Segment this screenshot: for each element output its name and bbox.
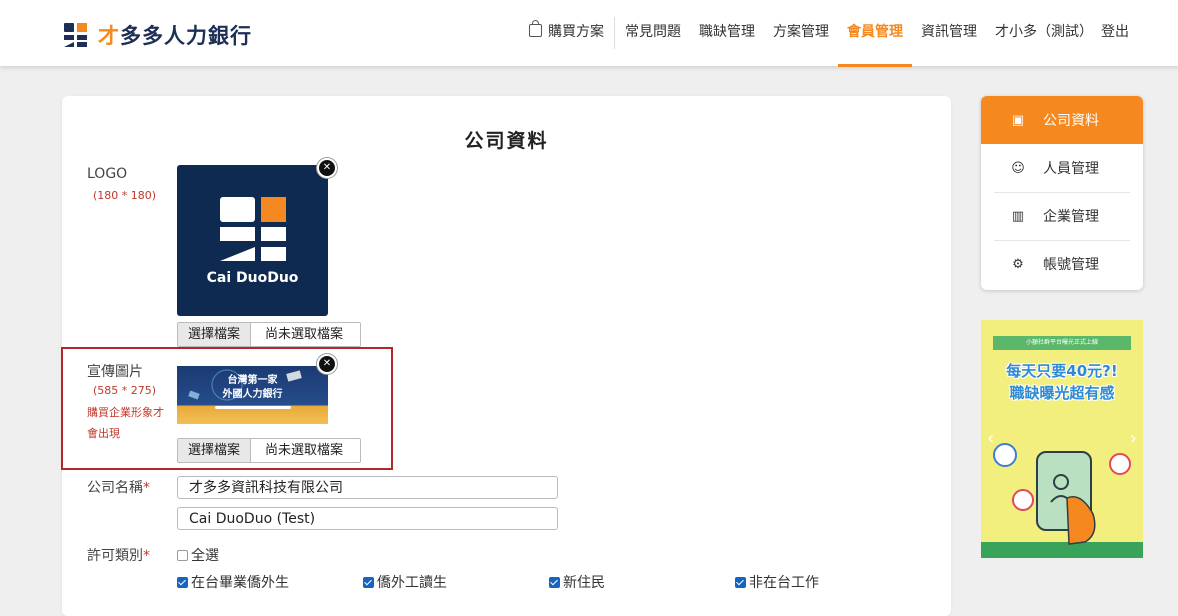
logo-size-hint: (180 * 180) bbox=[93, 189, 157, 202]
company-name-label: 公司名稱* bbox=[87, 477, 150, 497]
nav-plan-management[interactable]: 方案管理 bbox=[764, 0, 838, 66]
main-nav: 購買方案 常見問題 職缺管理 方案管理 會員管理 資訊管理 才小多（測試） 登出 bbox=[520, 0, 1138, 67]
promo-file-status: 尚未選取檔案 bbox=[265, 443, 344, 458]
sidebar-item-label: 公司資料 bbox=[1043, 113, 1099, 129]
carousel-prev-icon[interactable]: ‹ bbox=[987, 428, 994, 449]
brand-logo[interactable]: 才多多人力銀行 bbox=[64, 20, 252, 50]
permit-type-label-text: 許可類別 bbox=[87, 548, 143, 564]
ad-headline-2: 職缺曝光超有感 bbox=[1009, 384, 1115, 402]
select-all-label: 全選 bbox=[191, 548, 219, 564]
required-mark: * bbox=[143, 480, 150, 496]
logo-file-input[interactable]: 選擇檔案 尚未選取檔案 bbox=[177, 322, 362, 347]
permit-option-part-time-label: 僑外工讀生 bbox=[377, 575, 447, 591]
page-title: 公司資料 bbox=[464, 130, 549, 152]
company-name-label-text: 公司名稱 bbox=[87, 480, 143, 496]
promo-choose-file-button[interactable]: 選擇檔案 bbox=[178, 439, 252, 462]
logo-label: LOGO bbox=[87, 166, 128, 182]
company-logo-graphic bbox=[220, 197, 286, 261]
nav-member-management[interactable]: 會員管理 bbox=[838, 0, 912, 67]
brand-name-rest: 多多人力銀行 bbox=[120, 24, 252, 48]
people-icon: ☺ bbox=[1011, 160, 1025, 176]
permit-option-overseas-checkbox[interactable] bbox=[735, 577, 746, 588]
brand-name: 才多多人力銀行 bbox=[98, 20, 252, 50]
nav-info-management[interactable]: 資訊管理 bbox=[912, 0, 986, 66]
nav-buy-plan[interactable]: 購買方案 bbox=[520, 0, 613, 66]
carousel-next-icon[interactable]: › bbox=[1130, 428, 1137, 449]
remove-promo-icon[interactable]: ✕ bbox=[317, 354, 337, 374]
promo-file-input[interactable]: 選擇檔案 尚未選取檔案 bbox=[177, 438, 362, 463]
promo-note: 購買企業形象才會出現 bbox=[87, 406, 164, 440]
select-all-checkbox[interactable] bbox=[177, 550, 188, 561]
permit-option-part-time-checkbox[interactable] bbox=[363, 577, 374, 588]
nav-logout[interactable]: 登出 bbox=[1097, 0, 1138, 66]
nav-buy-plan-label: 購買方案 bbox=[548, 24, 604, 40]
permit-option-part-time[interactable]: 僑外工讀生 bbox=[363, 572, 447, 592]
brand-logo-icon bbox=[64, 23, 87, 47]
required-mark: * bbox=[143, 548, 150, 564]
brand-name-accent: 才 bbox=[98, 24, 120, 48]
promo-size-hint: (585 * 275) bbox=[93, 384, 157, 397]
permit-option-overseas-label: 非在台工作 bbox=[749, 575, 819, 591]
building-icon: ▥ bbox=[1011, 208, 1025, 224]
sidebar-item-company-info[interactable]: ▣ 公司資料 bbox=[981, 96, 1143, 144]
sidebar-item-label: 人員管理 bbox=[1043, 161, 1099, 177]
sidebar-item-label: 帳號管理 bbox=[1043, 257, 1099, 273]
nav-job-management[interactable]: 職缺管理 bbox=[690, 0, 764, 66]
ad-graphic bbox=[981, 336, 1143, 558]
company-name-zh-input[interactable]: 才多多資訊科技有限公司 bbox=[177, 476, 558, 499]
remove-logo-icon[interactable]: ✕ bbox=[317, 158, 337, 178]
sidebar-item-staff[interactable]: ☺ 人員管理 bbox=[981, 144, 1143, 192]
ad-banner-text: 小額社群平台曝光正式上線 bbox=[1025, 339, 1098, 346]
nav-divider bbox=[614, 17, 615, 49]
permit-option-graduate[interactable]: 在台畢業僑外生 bbox=[177, 572, 289, 592]
promo-preview-image: 台灣第一家 外國人力銀行 bbox=[177, 366, 328, 424]
sidebar-item-enterprise[interactable]: ▥ 企業管理 bbox=[981, 192, 1143, 240]
ad-headline-1: 每天只要40元?! bbox=[1006, 362, 1118, 380]
permit-type-label: 許可類別* bbox=[87, 545, 150, 565]
nav-faq[interactable]: 常見問題 bbox=[616, 0, 690, 66]
sidebar-menu: ▣ 公司資料 ☺ 人員管理 ▥ 企業管理 ⚙ 帳號管理 bbox=[981, 96, 1143, 290]
sidebar-item-account[interactable]: ⚙ 帳號管理 bbox=[981, 240, 1143, 288]
company-name-en-input[interactable]: Cai DuoDuo (Test) bbox=[177, 507, 558, 530]
permit-option-overseas[interactable]: 非在台工作 bbox=[735, 572, 819, 592]
document-icon: ▣ bbox=[1011, 112, 1025, 128]
shopping-bag-icon bbox=[529, 20, 542, 37]
logo-preview-image: Cai DuoDuo bbox=[177, 165, 328, 316]
company-profile-card: 公司資料 LOGO (180 * 180) Cai DuoDuo ✕ 選擇檔案 … bbox=[61, 96, 951, 616]
logo-file-status: 尚未選取檔案 bbox=[265, 327, 344, 342]
ad-banner[interactable]: 小額社群平台曝光正式上線 每天只要40元?! 職缺曝光超有感 ‹ › bbox=[981, 320, 1143, 558]
permit-option-graduate-checkbox[interactable] bbox=[177, 577, 188, 588]
permit-select-all[interactable]: 全選 bbox=[177, 545, 219, 565]
user-settings-icon: ⚙ bbox=[1012, 256, 1024, 272]
promo-line-1: 台灣第一家 bbox=[227, 375, 278, 386]
permit-option-new-resident-label: 新住民 bbox=[563, 575, 605, 591]
nav-user-account[interactable]: 才小多（測試） bbox=[986, 0, 1097, 66]
permit-option-new-resident-checkbox[interactable] bbox=[549, 577, 560, 588]
top-header: 才多多人力銀行 購買方案 常見問題 職缺管理 方案管理 會員管理 資訊管理 才小… bbox=[0, 0, 1178, 67]
logo-choose-file-button[interactable]: 選擇檔案 bbox=[178, 323, 252, 346]
promo-label: 宣傳圖片 bbox=[87, 364, 143, 380]
promo-line-2: 外國人力銀行 bbox=[222, 389, 283, 400]
permit-option-new-resident[interactable]: 新住民 bbox=[549, 572, 605, 592]
permit-option-graduate-label: 在台畢業僑外生 bbox=[191, 575, 289, 591]
sidebar-item-label: 企業管理 bbox=[1043, 209, 1099, 225]
logo-preview-text: Cai DuoDuo bbox=[206, 270, 299, 286]
